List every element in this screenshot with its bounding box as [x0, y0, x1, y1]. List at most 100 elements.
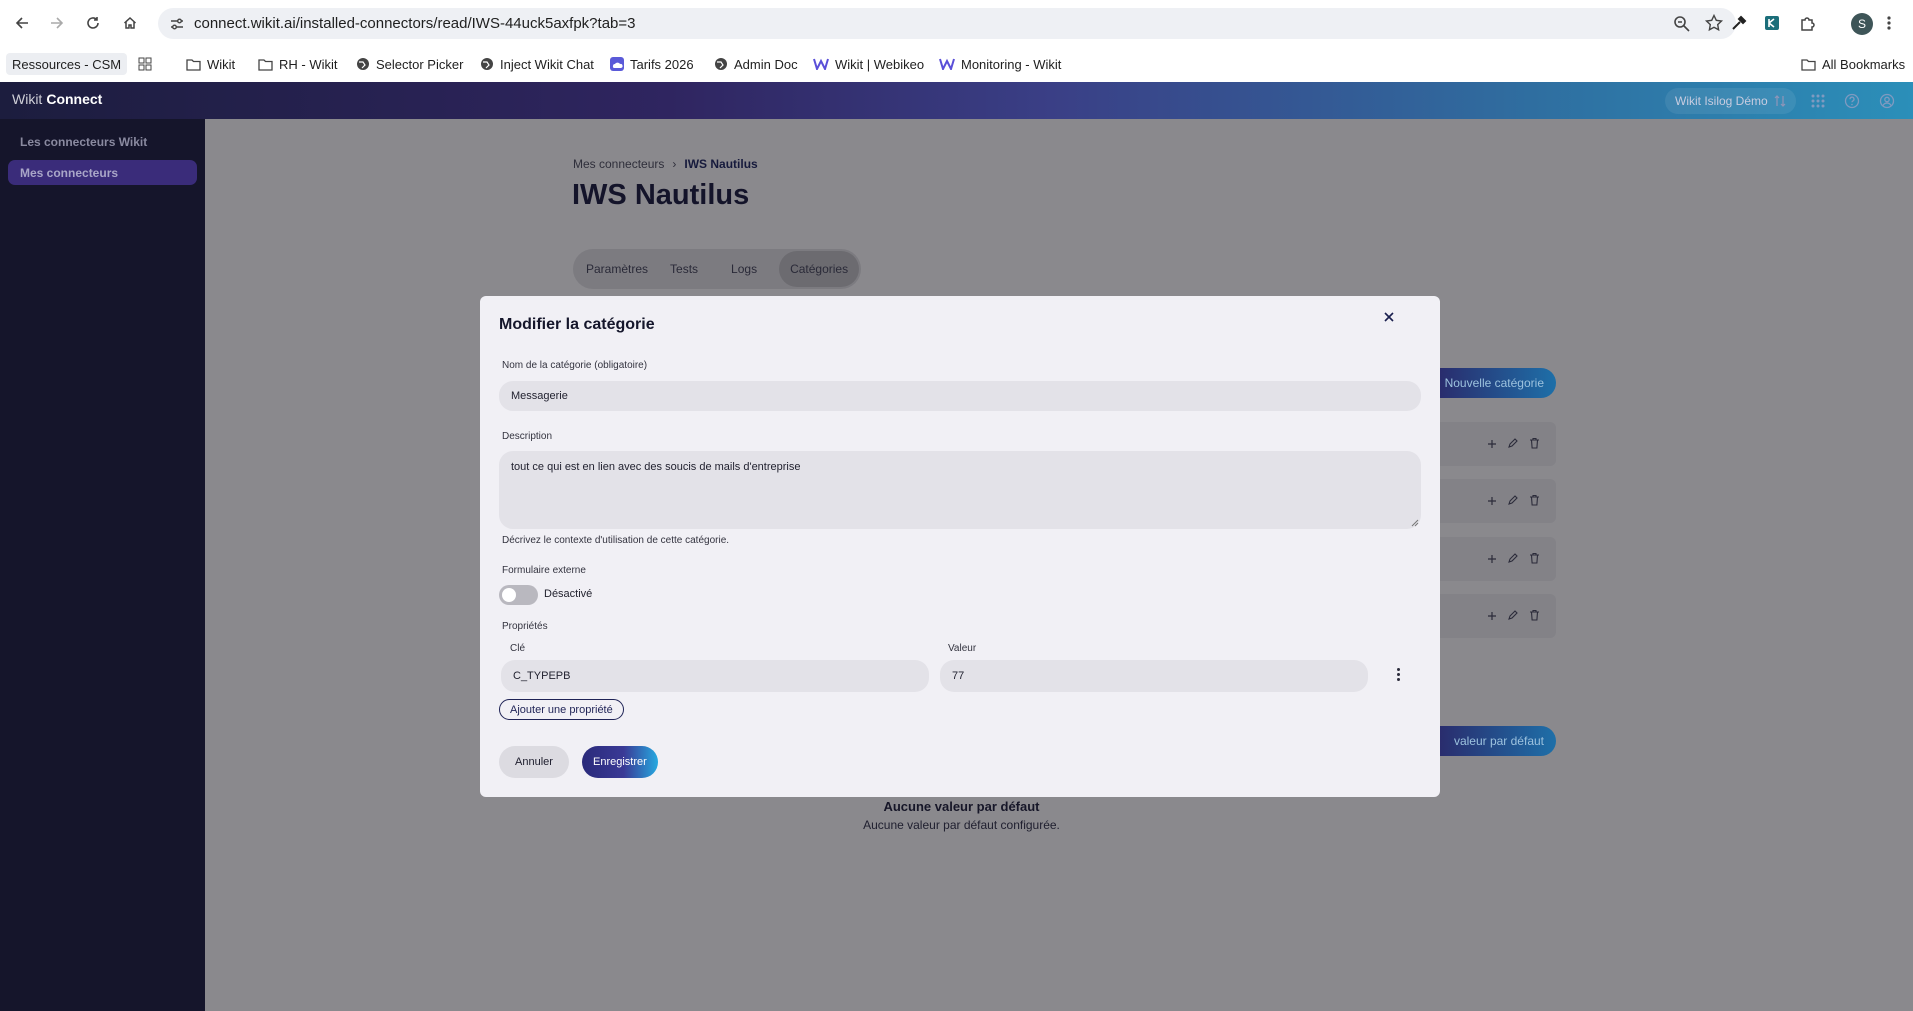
breadcrumb-link[interactable]: Mes connecteurs [573, 157, 664, 171]
brand-prefix: Wikit [12, 91, 43, 107]
app-header: Wikit Connect Wikit Isilog Démo [0, 82, 1913, 119]
new-category-button[interactable]: Nouvelle catégorie [1425, 368, 1556, 398]
tab-tests[interactable]: Tests [659, 251, 709, 287]
cancel-label: Annuler [515, 756, 553, 768]
default-value-label: valeur par défaut [1453, 734, 1544, 748]
cancel-button[interactable]: Annuler [499, 746, 569, 778]
w-logo-icon [813, 58, 829, 70]
bookmark-label: Wikit [207, 56, 236, 72]
help-icon[interactable] [1843, 92, 1861, 110]
delete-icon[interactable] [1529, 608, 1540, 626]
external-form-toggle[interactable] [499, 585, 538, 605]
save-button[interactable]: Enregistrer [582, 746, 658, 778]
key-column-label: Clé [510, 643, 526, 654]
app-logo[interactable]: Wikit Connect [12, 91, 102, 107]
add-icon[interactable] [1487, 436, 1497, 454]
bookmark-wikit-webikeo[interactable]: Wikit | Webikeo [813, 53, 924, 75]
globe-icon [715, 58, 727, 70]
edit-icon[interactable] [1507, 436, 1519, 454]
eyedropper-icon[interactable] [1728, 12, 1750, 34]
add-property-button[interactable]: Ajouter une propriété [499, 699, 624, 720]
bookmark-admin-doc[interactable]: Admin Doc [714, 53, 798, 75]
property-value-value: 77 [952, 670, 965, 682]
bookmark-rh-wikit[interactable]: RH - Wikit [258, 53, 338, 75]
description-hint: Décrivez le contexte d'utilisation de ce… [502, 535, 730, 546]
delete-icon[interactable] [1529, 493, 1540, 511]
external-form-state: Désactivé [544, 588, 593, 600]
bookmark-label: RH - Wikit [279, 56, 338, 72]
sidebar-item-mes-connecteurs[interactable]: Mes connecteurs [8, 160, 197, 185]
user-account-icon[interactable] [1878, 92, 1896, 110]
bookmark-label: Ressources - CSM [12, 56, 122, 72]
workspace-switcher[interactable]: Wikit Isilog Démo [1665, 88, 1796, 114]
tab-parametres[interactable]: Paramètres [575, 251, 659, 287]
all-bookmarks[interactable]: All Bookmarks [1801, 53, 1905, 75]
w-logo-icon [939, 58, 955, 70]
url-text[interactable]: connect.wikit.ai/installed-connectors/re… [194, 15, 635, 32]
add-icon[interactable] [1487, 493, 1497, 511]
bookmark-tarifs-2026[interactable]: Tarifs 2026 [610, 53, 694, 75]
category-row [1425, 594, 1556, 638]
extensions-puzzle-icon[interactable] [1797, 12, 1819, 34]
description-value: tout ce qui est en lien avec des soucis … [511, 461, 801, 473]
bookmark-label: Wikit | Webikeo [835, 56, 925, 72]
folder-icon [1801, 58, 1816, 71]
breadcrumb-current: IWS Nautilus [684, 157, 758, 171]
delete-icon[interactable] [1529, 436, 1540, 454]
folder-icon [258, 58, 273, 71]
home-icon[interactable] [119, 12, 141, 34]
forward-icon[interactable] [46, 12, 68, 34]
apps-grid-icon[interactable] [1809, 92, 1827, 110]
edit-icon[interactable] [1507, 608, 1519, 626]
add-default-value-button[interactable]: valeur par défaut [1425, 726, 1556, 756]
workspace-name: Wikit Isilog Démo [1675, 94, 1768, 108]
bookmark-selector-picker[interactable]: Selector Picker [356, 53, 463, 75]
bookmark-label: Admin Doc [734, 56, 798, 72]
sidebar-item-les-connecteurs-wikit[interactable]: Les connecteurs Wikit [8, 129, 197, 154]
browser-chrome: connect.wikit.ai/installed-connectors/re… [0, 0, 1913, 82]
extension-k-icon[interactable] [1761, 12, 1783, 34]
reload-icon[interactable] [82, 12, 104, 34]
globe-icon [357, 58, 369, 70]
bookmark-inject-wikit-chat[interactable]: Inject Wikit Chat [480, 53, 594, 75]
category-row [1425, 537, 1556, 581]
more-options-icon[interactable] [1390, 665, 1406, 683]
all-bookmarks-label: All Bookmarks [1822, 56, 1906, 72]
bookmark-wikit[interactable]: Wikit [186, 53, 235, 75]
chrome-menu-icon[interactable] [1883, 12, 1895, 34]
brand-name: Connect [46, 91, 103, 107]
edit-icon[interactable] [1507, 493, 1519, 511]
add-icon[interactable] [1487, 551, 1497, 569]
bookmark-monitoring-wikit[interactable]: Monitoring - Wikit [939, 53, 1061, 75]
category-name-label: Nom de la catégorie (obligatoire) [502, 360, 648, 371]
add-icon[interactable] [1487, 608, 1497, 626]
property-key-input[interactable]: C_TYPEPB [501, 660, 929, 692]
folder-icon [186, 58, 201, 71]
bookmark-star-icon[interactable] [1704, 13, 1724, 33]
empty-state-subtitle: Aucune valeur par défaut configurée. [863, 818, 1060, 832]
new-category-label: Nouvelle catégorie [1444, 376, 1544, 390]
category-row [1425, 479, 1556, 523]
chevron-right-icon: › [672, 157, 677, 171]
profile-avatar[interactable]: S [1851, 13, 1873, 35]
bookmark-label: Monitoring - Wikit [961, 56, 1062, 72]
sidebar-item-label: Les connecteurs Wikit [20, 134, 148, 149]
resize-grip-icon[interactable] [1411, 519, 1419, 527]
swap-icon [1774, 95, 1786, 107]
close-icon[interactable] [1380, 308, 1398, 326]
back-icon[interactable] [11, 12, 33, 34]
property-value-input[interactable]: 77 [940, 660, 1368, 692]
site-settings-icon[interactable] [168, 15, 186, 33]
bookmark-label: Selector Picker [376, 56, 464, 72]
edit-icon[interactable] [1507, 551, 1519, 569]
description-textarea[interactable]: tout ce qui est en lien avec des soucis … [499, 451, 1421, 529]
zoom-icon[interactable] [1672, 14, 1692, 34]
address-bar[interactable]: connect.wikit.ai/installed-connectors/re… [158, 8, 1736, 39]
page-title: IWS Nautilus [572, 179, 750, 211]
tab-categories[interactable]: Catégories [779, 251, 860, 287]
category-name-input[interactable]: Messagerie [499, 381, 1421, 411]
apps-grid-icon[interactable] [138, 53, 152, 75]
bookmark-ressources-csm[interactable]: Ressources - CSM [6, 53, 128, 75]
delete-icon[interactable] [1529, 551, 1540, 569]
tab-logs[interactable]: Logs [709, 251, 779, 287]
